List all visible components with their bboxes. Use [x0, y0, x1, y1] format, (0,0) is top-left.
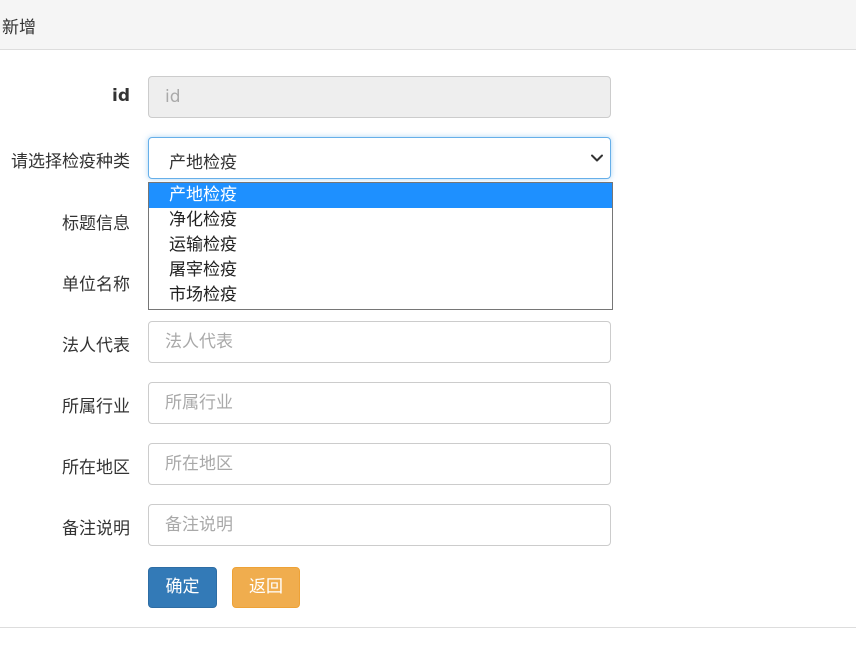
remark-field[interactable]	[148, 504, 611, 546]
form-row-remark: 备注说明	[0, 504, 856, 546]
chevron-down-icon	[591, 154, 603, 162]
industry-label: 所属行业	[62, 397, 130, 417]
category-option[interactable]: 屠宰检疫	[149, 258, 612, 283]
id-field[interactable]	[148, 76, 611, 118]
legal-rep-field[interactable]	[148, 321, 611, 363]
remark-label: 备注说明	[62, 519, 130, 539]
page-title: 新增	[2, 18, 36, 38]
legal-rep-label: 法人代表	[62, 336, 130, 356]
form-row-legal-rep: 法人代表	[0, 321, 856, 363]
category-selected-value: 产地检疫	[169, 153, 237, 173]
industry-field[interactable]	[148, 382, 611, 424]
category-select[interactable]: 产地检疫	[148, 137, 611, 179]
form-row-region: 所在地区	[0, 443, 856, 485]
form-row-industry: 所属行业	[0, 382, 856, 424]
category-option[interactable]: 市场检疫	[149, 283, 612, 308]
form-row-category: 请选择检疫种类 产地检疫	[0, 137, 856, 179]
panel-heading: 新增	[0, 0, 856, 50]
back-button[interactable]: 返回	[232, 567, 300, 608]
category-option[interactable]: 运输检疫	[149, 233, 612, 258]
id-label: id	[112, 86, 130, 106]
title-label: 标题信息	[62, 214, 130, 234]
unit-label: 单位名称	[62, 275, 130, 295]
region-label: 所在地区	[62, 458, 130, 478]
category-dropdown-list: 产地检疫 净化检疫 运输检疫 屠宰检疫 市场检疫	[148, 182, 613, 310]
form-row-id: id	[0, 76, 856, 118]
confirm-button[interactable]: 确定	[148, 567, 217, 608]
category-label: 请选择检疫种类	[11, 152, 130, 172]
category-option[interactable]: 产地检疫	[149, 183, 612, 208]
category-option[interactable]: 净化检疫	[149, 208, 612, 233]
region-field[interactable]	[148, 443, 611, 485]
divider	[0, 627, 856, 628]
